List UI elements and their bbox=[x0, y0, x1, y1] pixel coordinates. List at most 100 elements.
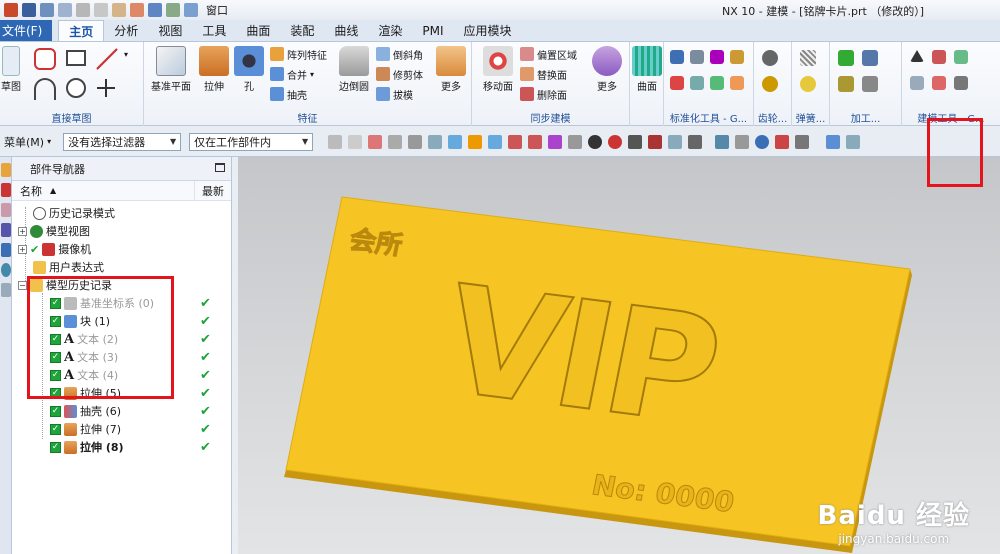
snap-18-icon[interactable] bbox=[668, 134, 683, 149]
tree-item-cameras[interactable]: + ✔ 摄像机 bbox=[12, 240, 231, 258]
process-4-icon[interactable] bbox=[862, 76, 878, 92]
tree-item-extrude-7[interactable]: ✓ 拉伸 (7) ✔ bbox=[12, 420, 231, 438]
selection-scope-select[interactable]: 仅在工作部件内 ▼ bbox=[189, 132, 314, 151]
tree-item-history-mode[interactable]: 历史记录模式 bbox=[12, 204, 231, 222]
modeling-tool-6-icon[interactable] bbox=[954, 76, 968, 90]
render-style-icon[interactable] bbox=[795, 134, 810, 149]
tab-pmi[interactable]: PMI bbox=[412, 20, 453, 41]
save-icon[interactable] bbox=[22, 3, 36, 17]
snap-14-icon[interactable] bbox=[588, 134, 603, 149]
chamfer-button[interactable]: 倒斜角 bbox=[376, 46, 423, 62]
snap-9-icon[interactable] bbox=[488, 134, 503, 149]
edge-blend-button[interactable]: 边倒圆 bbox=[336, 46, 372, 93]
pattern-feature-button[interactable]: 阵列特征 bbox=[270, 46, 327, 62]
snap-2-icon[interactable] bbox=[348, 134, 363, 149]
arc-icon[interactable] bbox=[34, 78, 56, 100]
tab-render[interactable]: 渲染 bbox=[368, 20, 412, 41]
modeling-tool-2-icon[interactable] bbox=[932, 50, 946, 64]
process-2-icon[interactable] bbox=[862, 50, 878, 66]
collapse-icon[interactable]: − bbox=[18, 280, 27, 290]
standard-tool-4-icon[interactable] bbox=[730, 50, 744, 64]
maximize-icon[interactable] bbox=[215, 163, 225, 172]
snap-12-icon[interactable] bbox=[548, 134, 563, 149]
paste-icon[interactable] bbox=[112, 3, 126, 17]
constraint-navigator-icon[interactable] bbox=[1, 183, 11, 197]
tab-file[interactable]: 文件(F) bbox=[0, 20, 53, 41]
tab-tools[interactable]: 工具 bbox=[192, 20, 236, 41]
modeling-tool-4-icon[interactable] bbox=[910, 76, 924, 90]
name-column-header[interactable]: 名称 ▲ bbox=[12, 181, 195, 200]
tab-assembly[interactable]: 装配 bbox=[280, 20, 324, 41]
snap-8-icon[interactable] bbox=[468, 134, 483, 149]
snap-7-icon[interactable] bbox=[448, 134, 463, 149]
standard-tool-8-icon[interactable] bbox=[730, 76, 744, 90]
snap-10-icon[interactable] bbox=[508, 134, 523, 149]
assembly-navigator-icon[interactable] bbox=[1, 163, 11, 177]
standard-tool-3-icon[interactable] bbox=[710, 50, 724, 64]
snap-1-icon[interactable] bbox=[328, 134, 343, 149]
expand-icon[interactable]: + bbox=[18, 244, 27, 254]
latest-column-header[interactable]: 最新 bbox=[195, 183, 231, 199]
modeling-tool-3-icon[interactable] bbox=[954, 50, 968, 64]
more-feature-button[interactable]: 更多 bbox=[436, 46, 466, 93]
point-icon[interactable] bbox=[96, 78, 116, 98]
gear-icon[interactable] bbox=[762, 50, 778, 66]
tab-curve[interactable]: 曲线 bbox=[324, 20, 368, 41]
profile-icon[interactable] bbox=[34, 48, 56, 70]
tree-item-user-expressions[interactable]: 用户表达式 bbox=[12, 258, 231, 276]
more-sync-button[interactable]: 更多 bbox=[592, 46, 622, 93]
shaded-box-icon[interactable] bbox=[148, 3, 162, 17]
tree-item-shell-6[interactable]: ✓ 抽壳 (6) ✔ bbox=[12, 402, 231, 420]
extrude-button[interactable]: 拉伸 bbox=[198, 46, 230, 93]
process-1-icon[interactable] bbox=[838, 50, 854, 66]
snap-13-icon[interactable] bbox=[568, 134, 583, 149]
more-view-icon[interactable] bbox=[846, 134, 861, 149]
modeling-tool-5-icon[interactable] bbox=[932, 76, 946, 90]
roles-icon[interactable] bbox=[1, 283, 11, 297]
copy-icon[interactable] bbox=[94, 3, 108, 17]
rectangle-icon[interactable] bbox=[66, 50, 86, 66]
process-3-icon[interactable] bbox=[838, 76, 854, 92]
undo-icon[interactable] bbox=[40, 3, 54, 17]
unite-dropdown-icon[interactable]: ▾ bbox=[310, 70, 314, 79]
expand-icon[interactable]: + bbox=[18, 226, 27, 236]
standard-tool-2-icon[interactable] bbox=[690, 50, 704, 64]
move-face-button[interactable]: 移动面 bbox=[480, 46, 516, 93]
standard-tool-6-icon[interactable] bbox=[690, 76, 704, 90]
shell-button[interactable]: 抽壳 bbox=[270, 86, 307, 102]
select-box-icon[interactable] bbox=[428, 134, 443, 149]
part-navigator-icon[interactable] bbox=[1, 203, 11, 217]
checkbox-checked[interactable]: ✓ bbox=[50, 423, 61, 435]
tab-surface[interactable]: 曲面 bbox=[236, 20, 280, 41]
trim-body-button[interactable]: 修剪体 bbox=[376, 66, 423, 82]
snap-3-icon[interactable] bbox=[368, 134, 383, 149]
standard-tool-7-icon[interactable] bbox=[710, 76, 724, 90]
window-icon[interactable] bbox=[184, 3, 198, 17]
menu-dropdown-icon[interactable]: ▾ bbox=[47, 137, 51, 146]
hole-button[interactable]: 孔 bbox=[234, 46, 264, 93]
offset-region-button[interactable]: 偏置区域 bbox=[520, 46, 577, 62]
type-filter-select[interactable]: 没有选择过滤器 ▼ bbox=[63, 132, 182, 151]
spring-2-icon[interactable] bbox=[800, 76, 816, 92]
snap-17-icon[interactable] bbox=[648, 134, 663, 149]
triangle-icon[interactable] bbox=[910, 50, 924, 62]
tab-view[interactable]: 视图 bbox=[148, 20, 192, 41]
cut-icon[interactable] bbox=[76, 3, 90, 17]
tree-item-model-views[interactable]: + 模型视图 bbox=[12, 222, 231, 240]
more-sketch-icon[interactable]: ▾ bbox=[124, 50, 134, 60]
checkbox-checked[interactable]: ✓ bbox=[50, 405, 61, 417]
delete-icon[interactable] bbox=[130, 3, 144, 17]
redo-icon[interactable] bbox=[58, 3, 72, 17]
standard-tool-1-icon[interactable] bbox=[670, 50, 684, 64]
draft-button[interactable]: 拔模 bbox=[376, 86, 413, 102]
checkbox-checked[interactable]: ✓ bbox=[50, 441, 61, 453]
menu-button[interactable]: 菜单(M) bbox=[4, 134, 44, 150]
line-icon[interactable] bbox=[96, 48, 118, 70]
zoom-icon[interactable] bbox=[735, 134, 750, 149]
graphics-window[interactable]: 会所 VIP No: 0000 Baidu 经验 jingyan.baidu.c… bbox=[238, 157, 1000, 554]
tab-home[interactable]: 主页 bbox=[58, 20, 105, 41]
web-browser-icon[interactable] bbox=[1, 263, 11, 277]
touch-mode-icon[interactable] bbox=[166, 3, 180, 17]
datum-plane-button[interactable]: 基准平面 bbox=[148, 46, 194, 93]
snap-11-icon[interactable] bbox=[528, 134, 543, 149]
